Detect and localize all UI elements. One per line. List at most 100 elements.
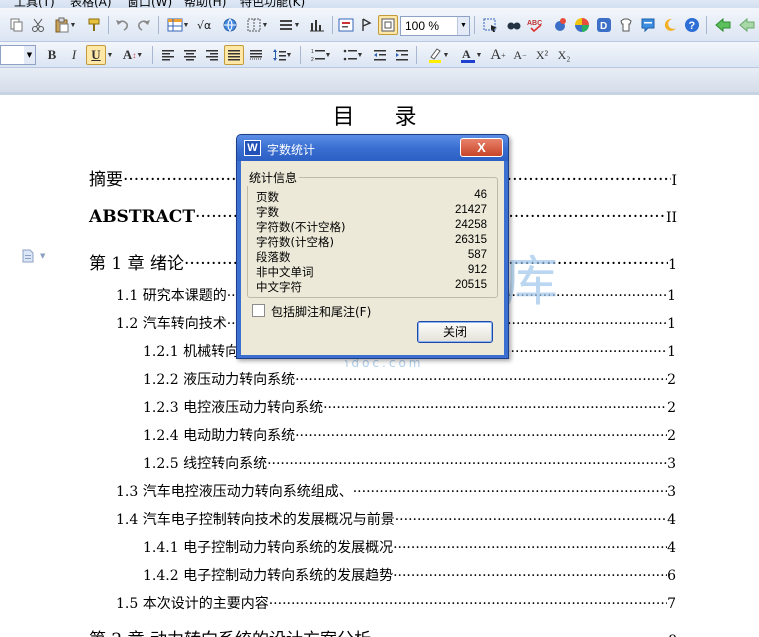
font-color-icon[interactable]: A ▼ (456, 45, 486, 65)
char-border-label: A (122, 47, 133, 62)
align-right-icon[interactable] (202, 45, 222, 65)
line-spacing-icon[interactable]: ▼ (268, 45, 296, 65)
toc-entry-page: 1 (668, 257, 677, 273)
close-button[interactable]: 关闭 (417, 321, 493, 343)
formula-icon[interactable]: √α (196, 15, 218, 35)
toc-entry-page: I (671, 173, 677, 189)
toc-entry[interactable]: 1.5 本次设计的主要内容 ··························… (0, 593, 759, 617)
selection-icon[interactable] (478, 15, 502, 35)
text-box-icon[interactable] (336, 15, 356, 35)
stat-row: 字数 21427 (256, 204, 487, 219)
align-center-icon[interactable] (180, 45, 200, 65)
subscript-button[interactable]: X₂ (554, 45, 574, 65)
toc-entry[interactable]: 1.2.5 线控转向系统 ···························… (0, 453, 759, 477)
underline-button[interactable]: U (86, 45, 106, 65)
columns-icon[interactable]: ▼ (275, 15, 303, 35)
zoom-select[interactable]: 100 % ▼ (400, 16, 470, 36)
toc-entry[interactable]: 1.4.1 电子控制动力转向系统的发展概况 ··················… (0, 537, 759, 561)
template-icon[interactable] (616, 15, 636, 35)
font-size-dropdown-icon[interactable]: ▼ (24, 46, 35, 64)
help-icon[interactable]: ? (682, 15, 702, 35)
toc-entry[interactable]: 1.4 汽车电子控制转向技术的发展概况与前景 ·················… (0, 509, 759, 533)
increase-indent-icon[interactable] (392, 45, 412, 65)
night-mode-icon[interactable] (660, 15, 680, 35)
dialog-body: 统计信息 页数 46 字数 21427 字符数(不计空格) 24258 字符数(… (241, 161, 504, 355)
undo-icon[interactable] (112, 15, 132, 35)
word-count-icon[interactable] (550, 15, 570, 35)
chart-icon[interactable] (306, 15, 328, 35)
char-border-button[interactable]: A ↕ ▼ (118, 45, 148, 65)
show-marks-icon[interactable] (358, 15, 376, 35)
format-painter-icon[interactable] (84, 15, 104, 35)
numbering-icon[interactable]: 1 2 ▼ (306, 45, 336, 65)
borders-icon[interactable]: ▼ (242, 15, 272, 35)
toc-entry-label: 1.5 本次设计的主要内容 (116, 596, 269, 612)
paste-icon[interactable]: ▼ (50, 15, 80, 35)
distributed-align-icon[interactable] (246, 45, 266, 65)
toc-entry[interactable]: 1.4.2 电子控制动力转向系统的发展趋势 ··················… (0, 565, 759, 589)
underline-dropdown-icon[interactable]: ▼ (106, 45, 114, 65)
insert-table-icon[interactable]: ▼ (163, 15, 193, 35)
find-icon[interactable] (504, 15, 524, 35)
svg-text:√α: √α (197, 19, 211, 32)
toc-entry-page: 3 (667, 456, 676, 472)
align-left-icon[interactable] (158, 45, 178, 65)
toc-entry-label: ABSTRACT (89, 207, 195, 227)
font-size-select[interactable]: ▼ (0, 45, 36, 65)
translate-icon[interactable]: D (594, 15, 614, 35)
grow-font-button[interactable]: A + (488, 45, 508, 65)
menu-help[interactable]: 帮助(H) (184, 0, 226, 8)
smart-tag-icon[interactable] (22, 249, 34, 263)
highlight-icon[interactable]: ▼ (422, 45, 454, 65)
zoom-value: 100 % (405, 19, 440, 33)
redo-icon[interactable] (134, 15, 154, 35)
toc-entry[interactable]: 1.2.2 液压动力转向系统 ·························… (0, 369, 759, 393)
shrink-font-button[interactable]: A − (510, 45, 530, 65)
smart-tag-dropdown-icon[interactable]: ▼ (40, 252, 45, 260)
dialog-titlebar[interactable]: W 字数统计 X (237, 135, 508, 161)
toc-entry-page: 1 (667, 288, 676, 304)
include-footnotes-label[interactable]: 包括脚注和尾注(F) (271, 303, 371, 320)
svg-text:?: ? (689, 20, 696, 32)
formatting-toolbar: ▼ B I U ▼ A ↕ ▼ ▼ 1 2 ▼ ▼ ▼ A ▼ A + A − … (0, 42, 759, 68)
superscript-button[interactable]: X² (532, 45, 552, 65)
menu-table[interactable]: 表格(A) (70, 0, 112, 8)
toc-entry-label: 1.1 研究本课题的 (116, 288, 227, 304)
close-icon[interactable]: X (460, 138, 503, 157)
stat-label: 段落数 (256, 250, 291, 264)
hyperlink-icon[interactable] (220, 15, 240, 35)
copy-icon[interactable] (6, 15, 26, 35)
toc-entry[interactable]: 1.3 汽车电控液压动力转向系统组成、 ····················… (0, 481, 759, 505)
toc-entry[interactable]: 1.2.3 电控液压动力转向系统 ·······················… (0, 397, 759, 421)
toc-entry[interactable]: 第 2 章 动力转向系统的设计方案分析 ····················… (0, 625, 759, 637)
back-arrow-icon[interactable] (712, 15, 734, 35)
stat-row: 段落数 587 (256, 249, 487, 264)
stats-group-label: 统计信息 (247, 169, 300, 186)
menu-features[interactable]: 特色功能(K) (240, 0, 305, 8)
bullets-icon[interactable]: ▼ (338, 45, 368, 65)
comment-icon[interactable] (638, 15, 658, 35)
stat-value: 587 (467, 249, 487, 261)
cut-icon[interactable] (28, 15, 48, 35)
toc-entry-page: 2 (667, 428, 676, 444)
menu-tools[interactable]: 工具(T) (14, 0, 55, 8)
forward-arrow-icon[interactable] (736, 15, 758, 35)
toc-entry-page: II (665, 210, 677, 226)
toc-entry-label: 第 1 章 绪论 (89, 254, 185, 274)
justify-icon[interactable] (224, 45, 244, 65)
spell-check-icon[interactable]: ABC (526, 15, 548, 35)
menu-window[interactable]: 窗口(W) (127, 0, 172, 8)
full-screen-icon[interactable] (378, 15, 398, 35)
toc-entry-page: 1 (667, 316, 676, 332)
toc-entry-page: 2 (667, 372, 676, 388)
toc-title: 目录 (332, 105, 457, 130)
stat-label: 非中文单词 (256, 265, 314, 279)
zoom-dropdown-icon[interactable]: ▼ (457, 17, 469, 35)
italic-button[interactable]: I (64, 45, 84, 65)
include-footnotes-checkbox[interactable] (252, 304, 265, 317)
toc-entry[interactable]: 1.2.4 电动助力转向系统 ·························… (0, 425, 759, 449)
bold-button[interactable]: B (42, 45, 62, 65)
decrease-indent-icon[interactable] (370, 45, 390, 65)
toc-entry-label: 1.2 汽车转向技术 (116, 316, 227, 332)
palette-icon[interactable] (572, 15, 592, 35)
